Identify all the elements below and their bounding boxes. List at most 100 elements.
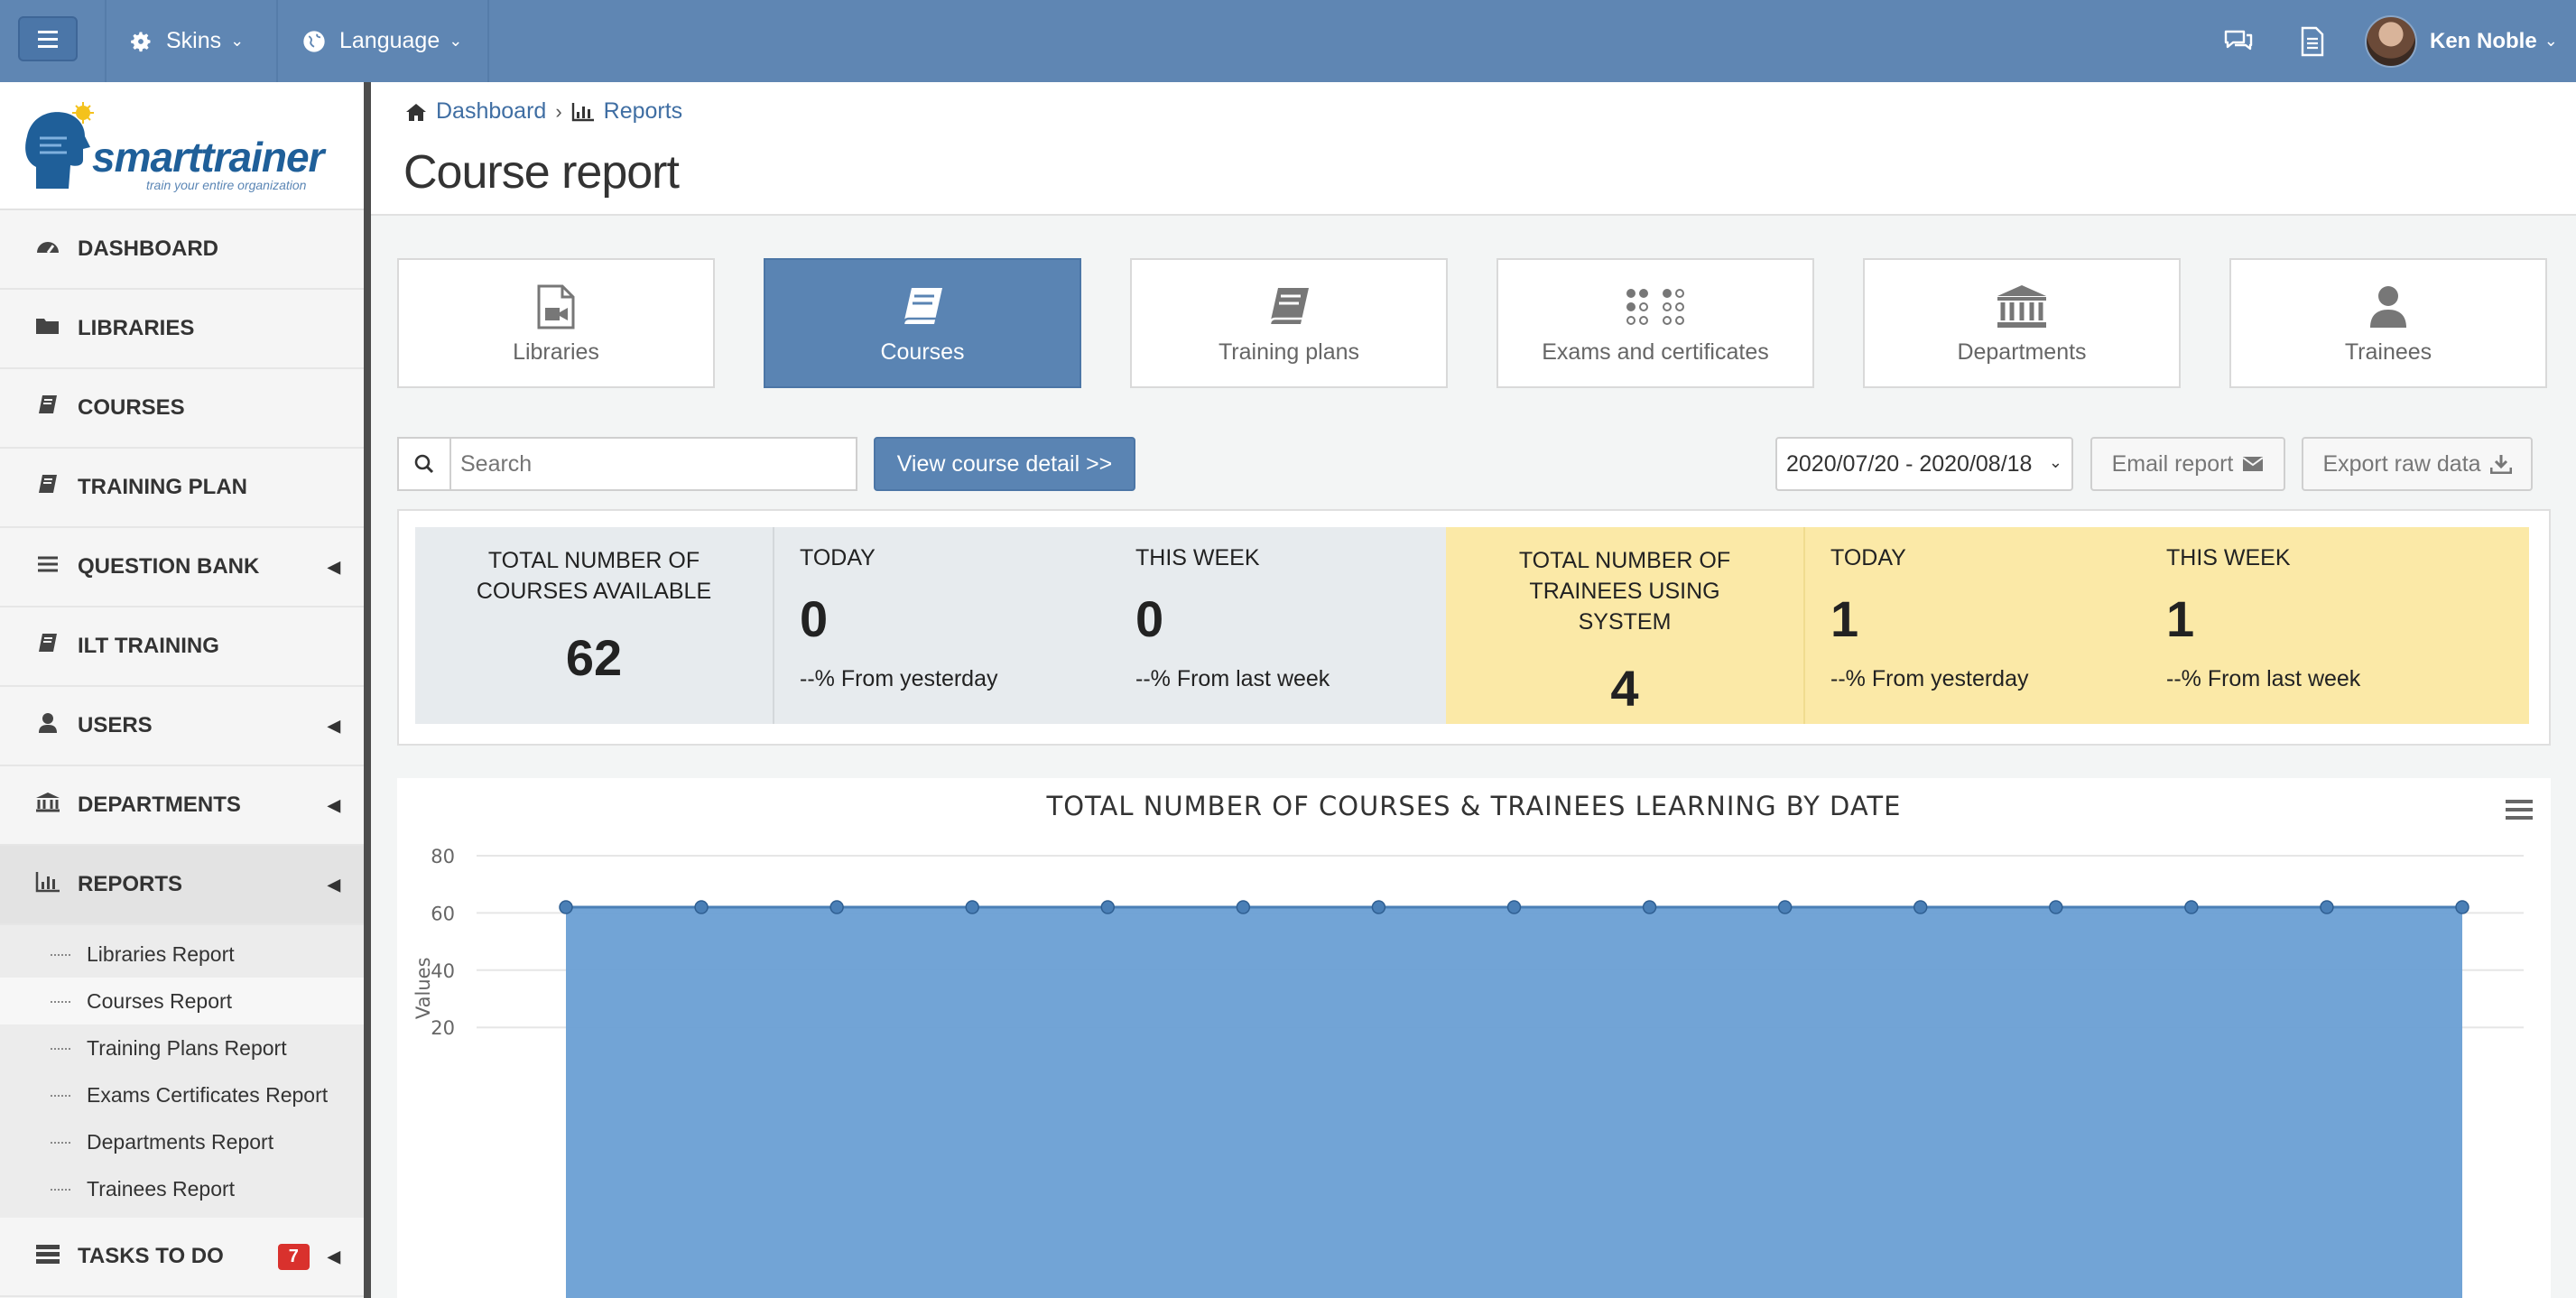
- book-icon: [901, 282, 944, 332]
- sidebar-item-label: COURSES: [78, 395, 185, 420]
- report-type-tiles: Libraries Courses Training plans Exams a…: [397, 258, 2547, 388]
- chat-button[interactable]: [2222, 0, 2255, 82]
- sidebar-item-tasks-to-do[interactable]: TASKS TO DO 7 ◀: [0, 1218, 364, 1297]
- caret-left-icon: ◀: [328, 716, 340, 735]
- data-point: [2320, 900, 2334, 914]
- tile-libraries[interactable]: Libraries: [397, 258, 715, 388]
- logo-head-icon: [25, 102, 94, 189]
- submenu-item-departments-report[interactable]: Departments Report: [0, 1118, 364, 1165]
- tile-exams-and-certificates[interactable]: Exams and certificates: [1496, 258, 1814, 388]
- tile-label: Training plans: [1218, 338, 1360, 365]
- language-label: Language: [339, 28, 440, 53]
- stat-value: 1: [2166, 590, 2195, 647]
- sidebar: smarttrainer train your entire organizat…: [0, 82, 371, 1298]
- sidebar-item-users[interactable]: USERS ◀: [0, 687, 364, 766]
- topbar-divider: [276, 0, 278, 82]
- tile-training-plans[interactable]: Training plans: [1130, 258, 1448, 388]
- tile-departments[interactable]: Departments: [1863, 258, 2181, 388]
- search-input[interactable]: [451, 439, 856, 489]
- y-tick-label: 60: [431, 903, 455, 924]
- sidebar-item-question-bank[interactable]: QUESTION BANK ◀: [0, 528, 364, 607]
- sidebar-item-dashboard[interactable]: DASHBOARD: [0, 210, 364, 290]
- tile-label: Exams and certificates: [1542, 338, 1769, 365]
- user-name: Ken Noble: [2430, 28, 2537, 53]
- sidebar-toggle-button[interactable]: [18, 16, 78, 61]
- tasks-icon: [32, 1243, 63, 1271]
- tile-courses[interactable]: Courses: [764, 258, 1081, 388]
- sidebar-item-reports[interactable]: REPORTS ◀: [0, 846, 364, 925]
- sidebar-item-courses[interactable]: COURSES: [0, 369, 364, 449]
- series-area: [566, 907, 2462, 1298]
- stat-value: 0: [800, 590, 829, 647]
- skins-label: Skins: [166, 28, 222, 53]
- skins-menu[interactable]: Skins ⌄: [128, 0, 244, 82]
- book-icon: [1267, 282, 1311, 332]
- language-menu[interactable]: Language ⌄: [301, 0, 462, 82]
- stat-label: TODAY: [1830, 545, 1906, 570]
- sidebar-item-label: REPORTS: [78, 872, 183, 896]
- breadcrumb-dashboard-link[interactable]: Dashboard: [436, 98, 546, 125]
- sidebar-item-label: TASKS TO DO: [78, 1244, 224, 1268]
- courses-week-stat: THIS WEEK 0 --% From last week: [1110, 527, 1446, 724]
- export-raw-data-button[interactable]: Export raw data: [2302, 437, 2533, 491]
- dashboard-icon: [32, 236, 63, 263]
- submenu-item-courses-report[interactable]: Courses Report: [0, 978, 364, 1024]
- date-range-picker[interactable]: 2020/07/20 - 2020/08/18 ⌄: [1775, 437, 2073, 491]
- sidebar-item-departments[interactable]: DEPARTMENTS ◀: [0, 766, 364, 846]
- summary-stats: TOTAL NUMBER OF COURSES AVAILABLE 62 TOD…: [397, 509, 2551, 746]
- data-point: [829, 900, 844, 914]
- caret-left-icon: ◀: [328, 1247, 340, 1266]
- reports-submenu: Libraries Report Courses Report Training…: [0, 925, 364, 1218]
- document-icon: [2301, 26, 2324, 56]
- sidebar-item-label: DASHBOARD: [78, 236, 218, 261]
- stat-title: TOTAL NUMBER OF TRAINEES USING SYSTEM: [1518, 548, 1731, 635]
- sidebar-item-label: LIBRARIES: [78, 316, 195, 340]
- stat-label: THIS WEEK: [1135, 545, 1260, 570]
- folder-icon: [32, 316, 63, 342]
- download-icon: [2489, 455, 2512, 474]
- sidebar-item-ilt-training[interactable]: ILT TRAINING: [0, 607, 364, 687]
- caret-left-icon: ◀: [328, 557, 340, 576]
- data-point: [559, 900, 573, 914]
- submenu-item-trainees-report[interactable]: Trainees Report: [0, 1165, 364, 1212]
- logo-tagline: train your entire organization: [146, 178, 307, 192]
- trainees-today-stat: TODAY 1 --% From yesterday: [1805, 527, 2141, 724]
- stat-delta: --% From last week: [1135, 666, 1330, 691]
- home-icon: [406, 103, 426, 121]
- area-chart: 20 40 60 80 Values: [412, 846, 2524, 1298]
- bar-chart-icon: [571, 102, 594, 121]
- data-point: [694, 900, 709, 914]
- courses-total-stat: TOTAL NUMBER OF COURSES AVAILABLE 62: [415, 527, 774, 724]
- date-range-value: 2020/07/20 - 2020/08/18: [1786, 450, 2033, 477]
- hamburger-icon: [38, 37, 58, 41]
- document-button[interactable]: [2300, 0, 2325, 82]
- tile-trainees[interactable]: Trainees: [2229, 258, 2547, 388]
- sidebar-item-training-plan[interactable]: TRAINING PLAN: [0, 449, 364, 528]
- data-point: [1777, 900, 1793, 914]
- email-report-button[interactable]: Email report: [2090, 437, 2285, 491]
- logo[interactable]: smarttrainer train your entire organizat…: [0, 82, 364, 210]
- data-point: [1642, 900, 1657, 914]
- breadcrumb-reports-link[interactable]: Reports: [604, 98, 683, 125]
- stat-delta: --% From last week: [2166, 666, 2361, 691]
- chart-menu-icon[interactable]: [2506, 800, 2533, 820]
- stat-value: 4: [1610, 660, 1639, 717]
- data-point: [1236, 900, 1251, 914]
- sidebar-item-libraries[interactable]: LIBRARIES: [0, 290, 364, 369]
- data-point: [2184, 900, 2199, 914]
- chat-icon: [2224, 30, 2253, 50]
- top-bar: Skins ⌄ Language ⌄ Ken Noble ⌄: [0, 0, 2576, 82]
- view-course-detail-button[interactable]: View course detail >>: [874, 437, 1135, 491]
- caret-left-icon: ◀: [328, 875, 340, 894]
- submenu-item-libraries-report[interactable]: Libraries Report: [0, 931, 364, 978]
- submenu-item-exams-certificates-report[interactable]: Exams Certificates Report: [0, 1071, 364, 1118]
- export-raw-data-label: Export raw data: [2322, 450, 2481, 477]
- data-point: [2455, 900, 2469, 914]
- submenu-item-training-plans-report[interactable]: Training Plans Report: [0, 1024, 364, 1071]
- envelope-icon: [2242, 457, 2264, 471]
- trainees-week-stat: THIS WEEK 1 --% From last week: [2141, 527, 2529, 724]
- user-menu[interactable]: Ken Noble ⌄: [2365, 0, 2558, 82]
- breadcrumb: Dashboard › Reports: [405, 98, 682, 125]
- globe-icon: [303, 30, 325, 52]
- gear-icon: [131, 32, 151, 51]
